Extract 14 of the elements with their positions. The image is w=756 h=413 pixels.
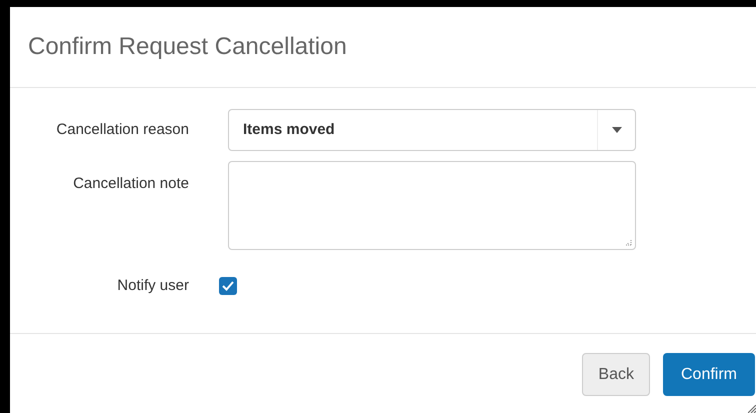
resize-grip-icon [625,239,632,246]
caret-icon [612,127,622,133]
resize-grip-icon [748,405,756,413]
dropdown-value: Items moved [242,120,336,140]
reason-dropdown[interactable]: Items moved [228,109,636,151]
field-label: Cancellation reason [56,120,189,140]
confirm-button[interactable]: Confirm [662,353,755,396]
field-label: Notify user [117,276,189,296]
field-label: Cancellation note [73,174,189,194]
back-button[interactable]: Back [582,353,650,396]
dialog-title: Confirm Request Cancellation [28,32,347,62]
note-field[interactable] [228,161,636,250]
notify-checkbox[interactable] [219,277,237,295]
check-icon [222,281,234,291]
